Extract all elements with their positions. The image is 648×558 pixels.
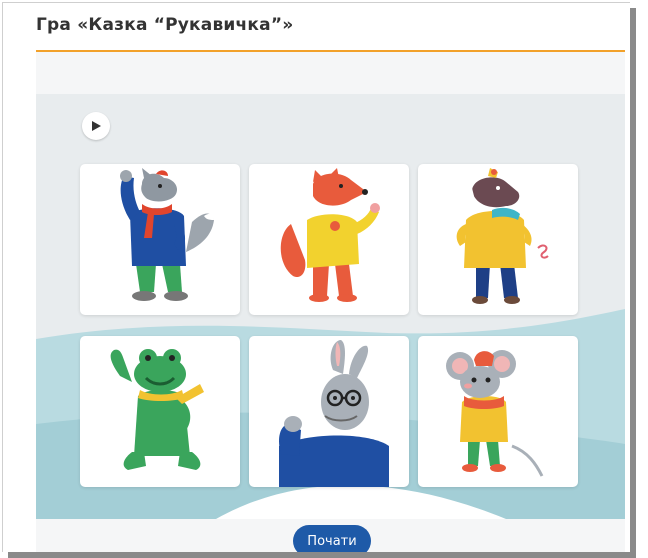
card-boar[interactable] <box>418 164 578 315</box>
frog-illustration <box>110 349 204 470</box>
play-icon <box>92 121 101 131</box>
game-toolbar <box>36 52 625 94</box>
boar-illustration <box>456 168 549 304</box>
card-frog[interactable] <box>80 336 240 487</box>
card-fox[interactable] <box>249 164 409 315</box>
card-mouse[interactable] <box>418 336 578 487</box>
mouse-illustration <box>446 350 544 477</box>
game-stage <box>36 94 625 519</box>
card-wolf[interactable] <box>80 164 240 315</box>
play-audio-button[interactable] <box>82 112 110 140</box>
wolf-illustration <box>120 168 214 301</box>
start-button[interactable]: Почати <box>293 525 371 552</box>
fox-illustration <box>280 168 380 302</box>
game-window: Гра «Казка “Рукавичка”» Почати <box>2 2 630 552</box>
hare-illustration <box>279 340 389 487</box>
card-hare[interactable] <box>249 336 409 487</box>
page-title: Гра «Казка “Рукавичка”» <box>36 15 294 35</box>
